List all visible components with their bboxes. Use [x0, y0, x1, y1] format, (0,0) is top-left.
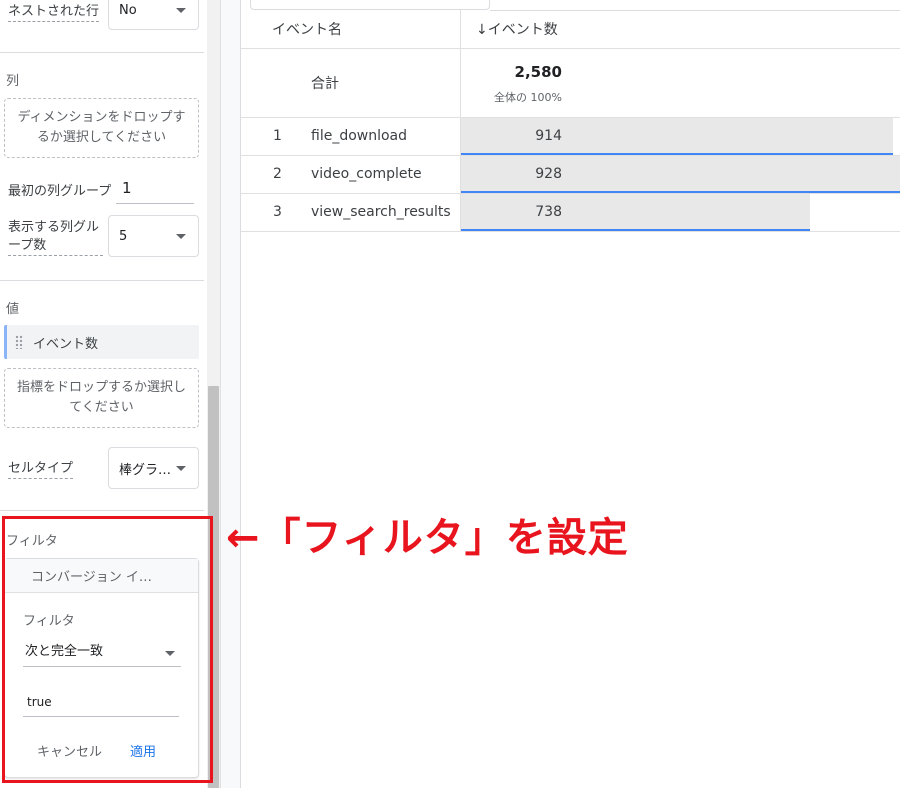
- match-type-value: 次と完全一致: [25, 644, 104, 659]
- panel-scrollbar-thumb[interactable]: [208, 386, 219, 788]
- cell-type-label: セルタイプ: [8, 460, 74, 479]
- chevron-down-icon: [165, 650, 175, 656]
- cancel-button[interactable]: キャンセル: [37, 741, 102, 760]
- panel-divider: [220, 0, 241, 788]
- total-label: 合計: [311, 76, 339, 92]
- column-header-event-count[interactable]: ↓イベント数: [476, 10, 558, 48]
- annotation-callout: ←「フィルタ」を設定: [226, 504, 629, 564]
- divider: [0, 280, 204, 281]
- show-groups-value: 5: [119, 228, 128, 244]
- show-groups-label-wrap: 表示する列グループ数: [8, 219, 103, 256]
- values-dropzone[interactable]: 指標をドロップするか選択してください: [4, 368, 199, 428]
- chevron-down-icon: [176, 234, 186, 239]
- row-divider: [241, 231, 900, 232]
- nested-rows-value: No: [119, 2, 137, 18]
- row-event-name[interactable]: video_complete: [311, 166, 422, 182]
- apply-button[interactable]: 適用: [130, 741, 156, 760]
- filter-chip-label: コンバージョン イ…: [31, 570, 152, 585]
- show-groups-select[interactable]: 5: [108, 215, 199, 257]
- drag-handle-icon[interactable]: [15, 335, 23, 349]
- divider: [0, 510, 204, 511]
- first-column-group-label: 最初の列グループ: [8, 184, 112, 199]
- app-root: ネストされた行 No 列 ディメンションをドロップするか選択してください 最初の…: [0, 0, 900, 788]
- filter-chip[interactable]: コンバージョン イ…: [5, 559, 198, 593]
- nested-rows-select[interactable]: No: [108, 0, 199, 30]
- nested-rows-label: ネストされた行: [8, 3, 100, 22]
- row-divider: [241, 48, 900, 49]
- annotation-text: ←「フィルタ」を設定: [226, 515, 629, 561]
- chevron-down-icon: [176, 466, 186, 471]
- metric-chip-label: イベント数: [33, 336, 99, 352]
- chevron-down-icon: [176, 8, 186, 13]
- row-event-name[interactable]: view_search_results: [311, 204, 451, 220]
- cell-type-select[interactable]: 棒グラ…: [108, 447, 199, 489]
- row-event-count: 928: [535, 166, 562, 182]
- match-type-select[interactable]: 次と完全一致: [23, 639, 181, 667]
- config-panel: ネストされた行 No 列 ディメンションをドロップするか選択してください 最初の…: [0, 0, 220, 788]
- row-event-name[interactable]: file_download: [311, 128, 407, 144]
- column-header-event-name[interactable]: イベント名: [272, 10, 342, 48]
- row-event-count: 738: [535, 204, 562, 220]
- total-percent: 全体の 100%: [494, 91, 562, 104]
- first-column-group-input[interactable]: 1: [116, 176, 194, 204]
- filter-field-label: フィルタ: [23, 614, 75, 629]
- columns-section-label: 列: [6, 74, 20, 89]
- columns-dropzone[interactable]: ディメンションをドロップするか選択してください: [4, 98, 199, 158]
- tab-stub[interactable]: [250, 0, 490, 10]
- cell-type-label-wrap: セルタイプ: [8, 457, 74, 479]
- nested-rows-label-wrap: ネストされた行: [8, 0, 100, 22]
- row-event-count: 914: [535, 128, 562, 144]
- values-section-label: 値: [6, 302, 20, 317]
- divider: [0, 52, 204, 53]
- filter-value-input[interactable]: true: [23, 689, 179, 717]
- row-index: 3: [273, 204, 282, 220]
- cell-type-value: 棒グラ…: [119, 462, 172, 478]
- row-index: 1: [273, 128, 282, 144]
- show-groups-label: 表示する列グループ数: [8, 219, 103, 256]
- row-index: 2: [273, 166, 282, 182]
- filter-card: コンバージョン イ… フィルタ 次と完全一致 true キャンセル 適用: [4, 558, 199, 778]
- filter-section-label: フィルタ: [6, 534, 58, 549]
- metric-chip-event-count[interactable]: イベント数: [4, 325, 199, 359]
- total-value: 2,580: [514, 63, 562, 81]
